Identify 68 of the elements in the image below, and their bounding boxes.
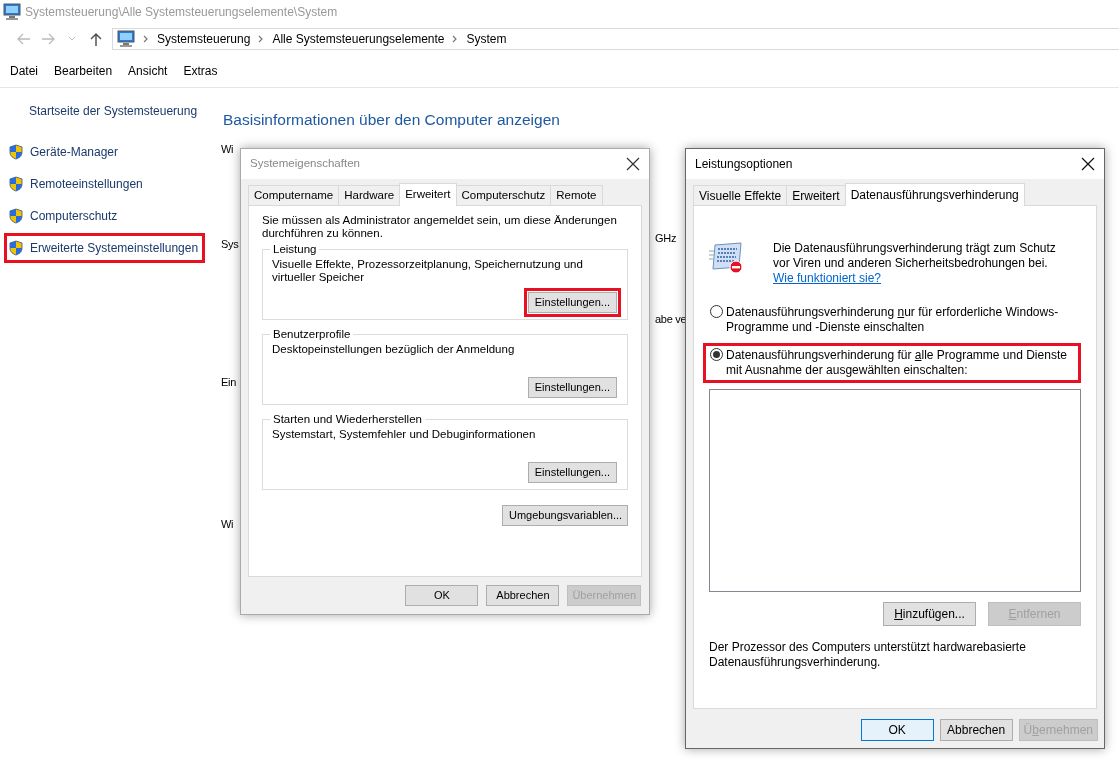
group-description: Visuelle Effekte, Prozessorzeitplanung, Speichernutzung und virtueller Speicher xyxy=(272,258,584,284)
group-description: Systemstart, Systemfehler und Debuginformationen xyxy=(272,428,537,442)
menu-item[interactable]: Extras xyxy=(175,61,226,80)
chevron-icon xyxy=(143,35,149,43)
group-description: Desktopeinstellungen bezüglich der Anmeldung xyxy=(272,343,516,357)
menu-item[interactable]: Ansicht xyxy=(120,61,176,80)
chevron-icon xyxy=(452,35,459,43)
help-link[interactable]: Wie funktioniert sie? xyxy=(773,271,882,285)
dialog-title: Leistungsoptionen xyxy=(695,156,793,173)
dialog-title: Systemeigenschaften xyxy=(250,156,360,172)
info-label: Wi xyxy=(221,142,234,158)
shield-icon xyxy=(9,176,23,192)
info-label: Sys xyxy=(221,236,239,252)
group-title: Starten und Wiederherstellen xyxy=(272,412,423,426)
settings-button[interactable]: Einstellungen... xyxy=(527,292,617,313)
caret-icon xyxy=(68,36,76,42)
close-button[interactable] xyxy=(1080,156,1096,172)
sidebar-item[interactable]: Geräte-Manager xyxy=(4,137,126,167)
sidebar-link[interactable]: Startseite der Systemsteuerung xyxy=(0,102,198,120)
forward-arrow-icon xyxy=(40,32,56,46)
tab[interactable]: Remote xyxy=(550,185,603,205)
dialog-button[interactable]: Abbrechen xyxy=(486,585,560,606)
sidebar-item[interactable]: Remoteeinstellungen xyxy=(4,169,150,199)
tab[interactable]: Erweitert xyxy=(399,183,457,206)
chevron-icon xyxy=(258,35,265,43)
close-button[interactable] xyxy=(625,156,641,172)
dialog-button[interactable]: OK xyxy=(405,585,479,606)
breadcrumb[interactable]: Systemsteuerung xyxy=(157,30,251,48)
up-arrow-icon xyxy=(89,31,103,47)
radio-icon[interactable] xyxy=(710,305,723,318)
group-title: Benutzerprofile xyxy=(272,327,352,341)
settings-button[interactable]: Einstellungen... xyxy=(527,377,617,398)
status-text: Der Prozessor des Computers unterstützt hardwarebasierte Datenausführungsverhinderung. xyxy=(709,640,1027,670)
tab[interactable]: Datenausführungsverhinderung xyxy=(844,183,1025,206)
notice-text: Sie müssen als Administrator angemeldet sein, um diese Änderungen durchführen zu können. xyxy=(262,214,618,240)
tab[interactable]: Visuelle Effekte xyxy=(693,185,788,205)
info-label: Ein xyxy=(221,375,236,391)
radio-option[interactable]: Datenausführungsverhinderung nur für erforderliche Windows-Programme und -Dienste einschalten xyxy=(703,300,1081,340)
computer-icon xyxy=(117,30,135,48)
breadcrumb[interactable]: Alle Systemsteuerungselemente xyxy=(272,30,445,48)
environment-variables-button[interactable]: Umgebungsvariablen... xyxy=(502,505,628,526)
shield-icon xyxy=(9,144,23,160)
sidebar-item[interactable]: Erweiterte Systemeinstellungen xyxy=(4,233,206,263)
dialog-button[interactable]: OK xyxy=(860,719,934,741)
close-icon xyxy=(1080,156,1096,172)
info-text: GHz xyxy=(655,231,677,246)
menu-item[interactable]: Datei xyxy=(2,61,46,80)
window-title: Systemsteuerung\Alle Systemsteuerungselemente\System xyxy=(25,4,338,21)
radio-checked-icon[interactable] xyxy=(710,348,723,361)
group-title: Leistung xyxy=(272,242,318,256)
shield-icon xyxy=(9,208,23,224)
shield-icon xyxy=(9,240,23,256)
list-button[interactable]: Hinzufügen... xyxy=(883,602,976,626)
settings-button[interactable]: Einstellungen... xyxy=(527,462,617,483)
sidebar-item[interactable]: Computerschutz xyxy=(4,201,125,231)
back-arrow-icon xyxy=(16,32,32,46)
intro-paragraph: Die Datenausführungsverhinderung trägt zum Schutz vor Viren und anderen Sicherheitsbedrohungen bei. Wie funktioniert sie? xyxy=(773,241,1057,286)
info-label: Wi xyxy=(221,516,234,532)
tab[interactable]: Computername xyxy=(248,185,340,205)
dialog-button[interactable]: Abbrechen xyxy=(939,719,1013,741)
computer-icon xyxy=(3,3,21,21)
data-blocked-icon xyxy=(709,241,743,274)
address-bar[interactable]: Systemsteuerung Alle Systemsteuerungselemente System xyxy=(112,28,1119,50)
radio-option[interactable]: Datenausführungsverhinderung für alle Programme und Dienste mit Ausnahme der ausgewählten einschalten: xyxy=(703,343,1081,383)
page-heading: Basisinformationen über den Computer anzeigen xyxy=(223,110,561,130)
breadcrumb[interactable]: System xyxy=(466,30,507,48)
close-icon xyxy=(625,156,641,172)
menu-item[interactable]: Bearbeiten xyxy=(46,61,121,80)
